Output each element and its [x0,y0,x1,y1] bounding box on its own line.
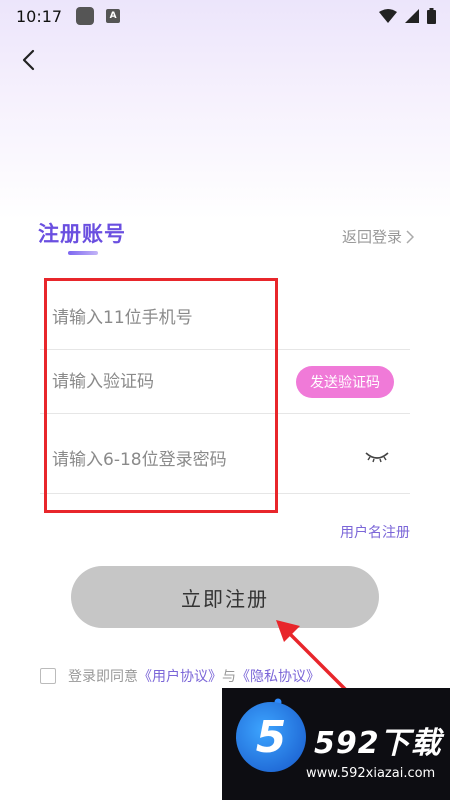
site-watermark: 5 592下载 www.592xiazai.com [222,688,450,800]
notification-app-icon [76,7,95,25]
battery-icon [427,8,436,24]
header-background [0,0,450,220]
privacy-policy-link[interactable]: 《隐私协议》 [236,666,320,686]
password-input[interactable] [40,439,280,480]
agreement-row: 登录即同意 《用户协议》 与 《隐私协议》 [40,666,320,686]
notification-badge-icon: A [106,9,121,23]
watermark-url: www.592xiazai.com [306,766,436,781]
page-title: 注册账号 [38,222,126,246]
verification-code-input[interactable] [40,361,280,402]
phone-input[interactable] [40,297,280,338]
agreement-conjunction: 与 [222,669,236,685]
eye-closed-icon[interactable] [364,446,390,466]
chevron-right-icon [406,229,414,244]
watermark-logo-icon: 5 [236,702,306,772]
title-underline [68,251,98,255]
signal-icon [405,9,419,23]
status-time: 10:17 [16,6,63,26]
back-to-login-link[interactable]: 返回登录 [342,226,414,247]
user-agreement-link[interactable]: 《用户协议》 [138,666,222,686]
back-to-login-label: 返回登录 [341,228,402,246]
username-register-link[interactable]: 用户名注册 [340,522,410,542]
status-indicators [379,8,436,24]
register-submit-button[interactable]: 立即注册 [71,566,379,628]
watermark-title: 592下载 [314,726,442,761]
chevron-left-icon [22,49,35,71]
back-button[interactable] [12,44,44,76]
send-code-button[interactable]: 发送验证码 [296,366,394,398]
agreement-prefix: 登录即同意 [68,669,138,685]
code-field-row: 发送验证码 [40,350,410,414]
password-field-row [40,426,410,494]
agreement-checkbox[interactable] [40,668,56,684]
phone-field-row [40,286,410,350]
wifi-icon [379,9,397,23]
status-bar: 10:17 A [0,0,450,32]
